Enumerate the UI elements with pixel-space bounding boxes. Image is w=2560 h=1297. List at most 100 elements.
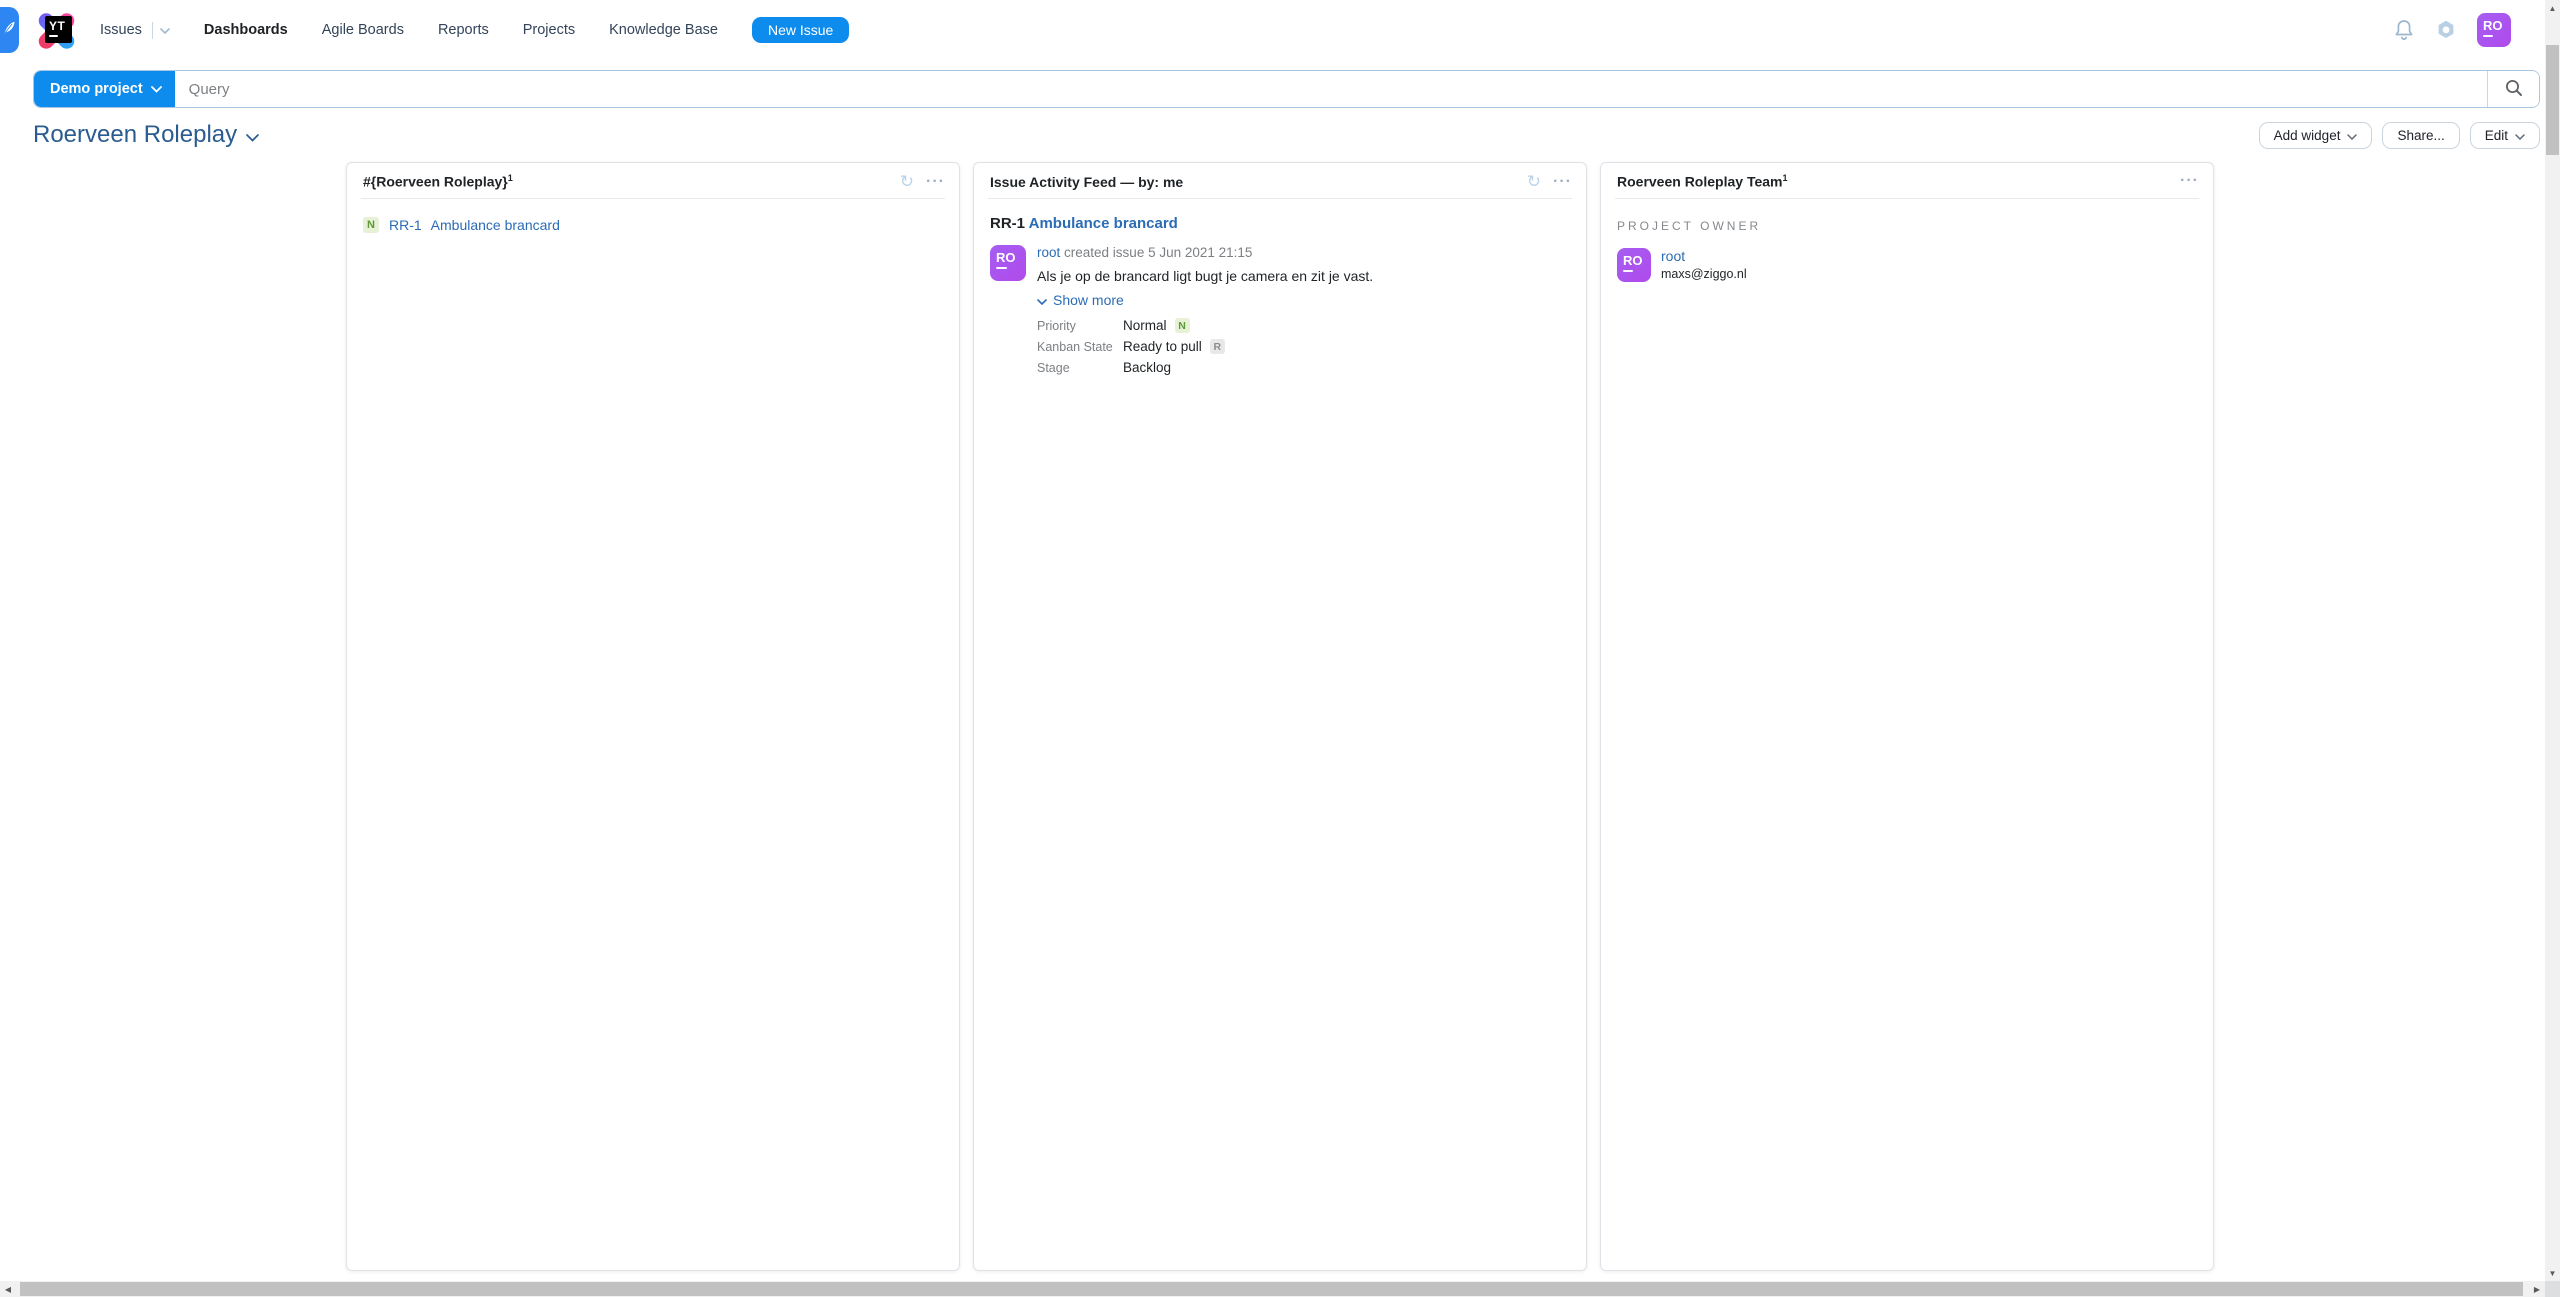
event-user-link[interactable]: root — [1037, 245, 1060, 260]
widget-header-icons: ↻ ··· — [1527, 173, 1572, 190]
main-nav: Issues Dashboards Agile Boards Reports P… — [100, 17, 849, 43]
settings-gear-icon[interactable] — [2434, 18, 2458, 42]
chevron-down-icon[interactable] — [246, 121, 259, 149]
nav-item-knowledge-base[interactable]: Knowledge Base — [609, 22, 718, 38]
field-label: Kanban State — [1037, 340, 1123, 354]
widget-title-text: Issue Activity Feed — by: me — [990, 174, 1183, 190]
user-avatar[interactable]: RO — [2477, 13, 2511, 47]
search-bar: Demo project — [33, 70, 2540, 108]
widget-counter-sup: 1 — [1782, 173, 1787, 183]
scroll-down-arrow-icon[interactable]: ▼ — [2545, 1265, 2560, 1281]
issue-id-link[interactable]: RR-1 — [389, 217, 422, 233]
widget-header-icons: ↻ ··· — [900, 173, 945, 190]
member-info: root maxs@ziggo.nl — [1661, 248, 1747, 282]
top-right-icons: RO — [2393, 13, 2511, 47]
show-more-label: Show more — [1053, 292, 1124, 308]
dashboard-title-text: Roerveen Roleplay — [33, 121, 237, 149]
event-avatar: RO — [990, 245, 1026, 281]
feed-issue-summary-link[interactable]: Ambulance brancard — [1029, 215, 1178, 232]
nav-item-agile-boards[interactable]: Agile Boards — [322, 22, 404, 38]
chevron-down-icon[interactable] — [160, 22, 170, 38]
search-context-label: Demo project — [50, 81, 143, 97]
nav-item-reports[interactable]: Reports — [438, 22, 489, 38]
widget-title: Roerveen Roleplay Team1 — [1617, 173, 1788, 190]
search-context-button[interactable]: Demo project — [34, 71, 175, 107]
field-row-stage: Stage Backlog — [1037, 360, 1570, 375]
logo-underscore — [49, 35, 58, 37]
chevron-down-icon — [2515, 128, 2525, 143]
chevron-down-icon — [2347, 128, 2357, 143]
refresh-icon[interactable]: ↻ — [1527, 173, 1541, 190]
notifications-bell-icon[interactable] — [2393, 18, 2415, 42]
browser-extension-tab[interactable] — [0, 7, 19, 53]
field-row-priority: Priority Normal N — [1037, 318, 1570, 333]
avatar-initials: RO — [1623, 253, 1651, 268]
nav-item-issues[interactable]: Issues — [100, 22, 170, 39]
nav-item-label: Projects — [523, 22, 575, 38]
vertical-scrollbar-thumb[interactable] — [2546, 45, 2559, 155]
edit-label: Edit — [2485, 128, 2508, 143]
search-submit-button[interactable] — [2487, 71, 2539, 107]
ellipsis-menu-icon[interactable]: ··· — [1553, 174, 1572, 190]
priority-badge: N — [363, 217, 379, 233]
nav-item-label: Agile Boards — [322, 22, 404, 38]
add-widget-button[interactable]: Add widget — [2259, 122, 2373, 149]
feed-issue-heading: RR-1 Ambulance brancard — [990, 215, 1570, 232]
field-value: Ready to pull — [1123, 339, 1202, 354]
search-input[interactable] — [175, 71, 2487, 107]
widget-body: RR-1 Ambulance brancard RO root created … — [974, 199, 1586, 397]
issue-list-item[interactable]: N RR-1 Ambulance brancard — [363, 215, 943, 233]
widget-counter-sup: 1 — [508, 173, 513, 183]
ellipsis-menu-icon[interactable]: ··· — [926, 174, 945, 190]
ellipsis-menu-icon[interactable]: ··· — [2180, 173, 2199, 189]
widget-title-text: Roerveen Roleplay Team — [1617, 174, 1782, 190]
event-fields: Priority Normal N Kanban State Ready to … — [1037, 318, 1570, 375]
refresh-icon[interactable]: ↻ — [900, 173, 914, 190]
field-value-badge: R — [1210, 339, 1225, 354]
top-nav-bar: YT Issues Dashboards Agile Boards Report… — [0, 0, 2560, 60]
member-avatar: RO — [1617, 248, 1651, 282]
widget-title-text: #{Roerveen Roleplay} — [363, 174, 508, 190]
scroll-left-arrow-icon[interactable]: ◀ — [0, 1281, 16, 1297]
share-button[interactable]: Share... — [2382, 122, 2459, 149]
scroll-right-arrow-icon[interactable]: ▶ — [2529, 1281, 2545, 1297]
nav-divider — [152, 22, 153, 39]
nav-item-label: Reports — [438, 22, 489, 38]
youtrack-logo[interactable]: YT — [33, 8, 79, 54]
field-row-kanban-state: Kanban State Ready to pull R — [1037, 339, 1570, 354]
widget-title: #{Roerveen Roleplay}1 — [363, 173, 513, 190]
event-action-text: created issue — [1064, 245, 1144, 260]
scroll-up-arrow-icon[interactable]: ▲ — [2545, 0, 2560, 16]
new-issue-button[interactable]: New Issue — [752, 17, 849, 43]
share-label: Share... — [2397, 128, 2444, 143]
nav-item-projects[interactable]: Projects — [523, 22, 575, 38]
widget-title: Issue Activity Feed — by: me — [990, 174, 1183, 190]
scrollbar-corner — [2545, 1281, 2560, 1297]
nav-item-label: Issues — [100, 22, 142, 38]
avatar-initials: RO — [996, 250, 1026, 265]
event-description: Als je op de brancard ligt bugt je camer… — [1037, 268, 1570, 284]
widget-team: Roerveen Roleplay Team1 ··· PROJECT OWNE… — [1600, 162, 2214, 1271]
field-label: Stage — [1037, 361, 1123, 375]
widget-body: N RR-1 Ambulance brancard — [347, 199, 959, 249]
member-name-link[interactable]: root — [1661, 248, 1685, 264]
feed-event: RO root created issue 5 Jun 2021 21:15 A… — [990, 245, 1570, 381]
vertical-scrollbar[interactable]: ▲ ▼ — [2545, 0, 2560, 1281]
edit-button[interactable]: Edit — [2470, 122, 2540, 149]
horizontal-scrollbar-thumb[interactable] — [20, 1282, 2523, 1296]
event-meta: root created issue 5 Jun 2021 21:15 — [1037, 245, 1570, 260]
dashboard-toolbar: Add widget Share... Edit — [2259, 122, 2540, 149]
horizontal-scrollbar[interactable]: ◀ ▶ — [0, 1281, 2545, 1297]
field-value: Backlog — [1123, 360, 1171, 375]
nav-item-dashboards[interactable]: Dashboards — [204, 22, 288, 38]
feed-event-content: root created issue 5 Jun 2021 21:15 Als … — [1037, 245, 1570, 381]
member-email: maxs@ziggo.nl — [1661, 267, 1747, 281]
issue-summary-link[interactable]: Ambulance brancard — [431, 217, 560, 233]
show-more-toggle[interactable]: Show more — [1037, 292, 1570, 308]
logo-yt-box: YT — [45, 16, 72, 43]
feather-icon — [3, 20, 16, 40]
widget-header: #{Roerveen Roleplay}1 ↻ ··· — [347, 163, 959, 198]
dashboard-title[interactable]: Roerveen Roleplay — [33, 121, 259, 149]
widget-activity-feed: Issue Activity Feed — by: me ↻ ··· RR-1 … — [973, 162, 1587, 1271]
team-member-row: RO root maxs@ziggo.nl — [1617, 248, 2197, 282]
